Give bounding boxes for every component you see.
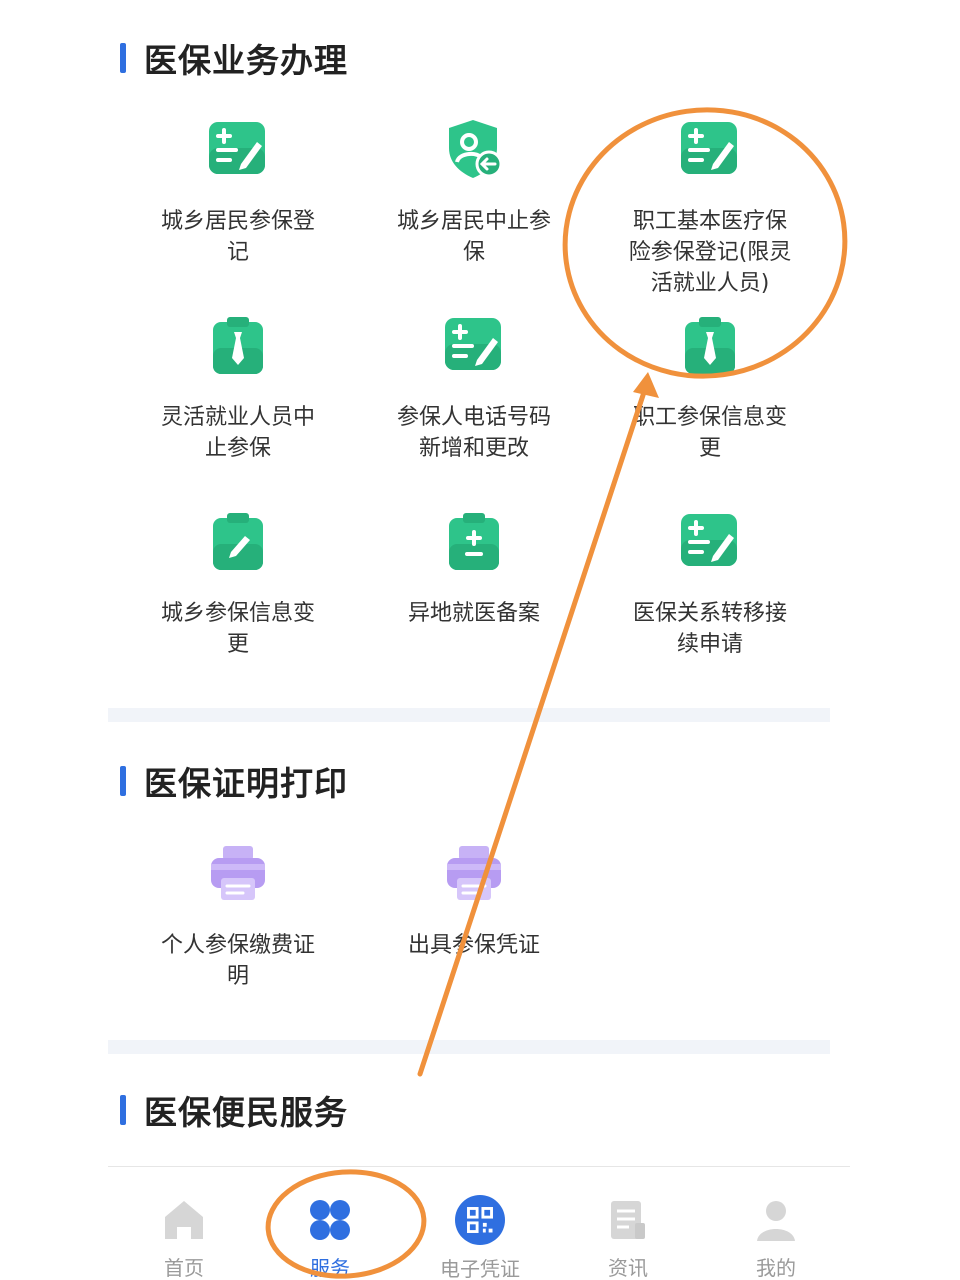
add-form-icon <box>679 118 741 180</box>
service-tile-employee-register-flexible[interactable]: 职工基本医疗保险参保登记(限灵活就业人员) <box>592 118 828 299</box>
add-form-icon <box>207 118 269 180</box>
section-title: 医保证明打印 <box>144 764 348 803</box>
qr-code-icon <box>455 1195 505 1245</box>
tab-label: 服务 <box>310 1256 350 1280</box>
service-tile-urban-rural-suspend[interactable]: 城乡居民中止参保 <box>356 118 592 268</box>
service-tile-label: 参保人电话号码新增和更改 <box>396 405 551 461</box>
service-tile-flexible-suspend[interactable]: 灵活就业人员中止参保 <box>120 314 356 464</box>
service-tile-label: 职工参保信息变更 <box>632 405 787 461</box>
section-accent-bar <box>120 1095 126 1125</box>
service-tile-label: 城乡居民参保登记 <box>160 209 315 265</box>
service-tile-label: 职工基本医疗保险参保登记(限灵活就业人员) <box>628 209 792 296</box>
section-divider <box>108 708 830 722</box>
service-tile-insurance-voucher[interactable]: 出具参保凭证 <box>356 842 592 961</box>
section-accent-bar <box>120 43 126 73</box>
tab-label: 我的 <box>756 1256 796 1280</box>
tab-news[interactable]: 资讯 <box>558 1167 698 1280</box>
service-tile-label: 出具参保凭证 <box>407 933 540 958</box>
clipboard-pen-icon <box>207 510 269 572</box>
tab-label: 首页 <box>164 1256 204 1280</box>
tab-service[interactable]: 服务 <box>260 1167 400 1280</box>
add-form-icon <box>679 510 741 572</box>
service-tile-transfer-apply[interactable]: 医保关系转移接续申请 <box>592 510 828 660</box>
tab-e-certificate[interactable]: 电子凭证 <box>410 1167 550 1280</box>
grid-service-icon <box>305 1195 355 1244</box>
printer-icon <box>207 842 269 904</box>
section-header-convenience: 医保便民服务 <box>120 1090 348 1132</box>
service-tile-label: 城乡参保信息变更 <box>160 601 315 657</box>
clipboard-tie-icon <box>679 314 741 376</box>
service-tile-label: 城乡居民中止参保 <box>396 209 551 265</box>
service-tile-urban-rural-info-change[interactable]: 城乡参保信息变更 <box>120 510 356 660</box>
annotation-arrow-line <box>417 377 651 1077</box>
tab-home[interactable]: 首页 <box>114 1167 254 1280</box>
section-title: 医保便民服务 <box>144 1093 348 1132</box>
section-divider <box>108 1040 830 1054</box>
user-shield-back-icon <box>443 118 505 180</box>
add-form-icon <box>443 314 505 376</box>
news-icon <box>603 1195 653 1244</box>
service-tile-payment-certificate[interactable]: 个人参保缴费证明 <box>120 842 356 992</box>
home-icon <box>159 1195 209 1244</box>
user-icon <box>751 1195 801 1244</box>
clipboard-tie-icon <box>207 314 269 376</box>
service-tile-urban-rural-register[interactable]: 城乡居民参保登记 <box>120 118 356 268</box>
tab-label: 电子凭证 <box>440 1257 520 1280</box>
service-tile-employee-info-change[interactable]: 职工参保信息变更 <box>592 314 828 464</box>
service-tile-label: 个人参保缴费证明 <box>160 933 315 989</box>
section-title: 医保业务办理 <box>144 41 348 80</box>
service-tile-label: 灵活就业人员中止参保 <box>160 405 315 461</box>
bottom-tab-bar: 首页 服务 电子凭证 资讯 我的 <box>108 1166 850 1280</box>
tab-mine[interactable]: 我的 <box>706 1167 846 1280</box>
tab-label: 资讯 <box>608 1256 648 1280</box>
service-tile-remote-medical-filing[interactable]: 异地就医备案 <box>356 510 592 629</box>
section-header-certificate-print: 医保证明打印 <box>120 761 348 803</box>
printer-icon <box>443 842 505 904</box>
service-tile-phone-update[interactable]: 参保人电话号码新增和更改 <box>356 314 592 464</box>
clipboard-plus-minus-icon <box>443 510 505 572</box>
service-tile-label: 异地就医备案 <box>407 601 540 626</box>
section-header-business: 医保业务办理 <box>120 38 348 80</box>
section-accent-bar <box>120 766 126 796</box>
service-tile-label: 医保关系转移接续申请 <box>632 601 787 657</box>
